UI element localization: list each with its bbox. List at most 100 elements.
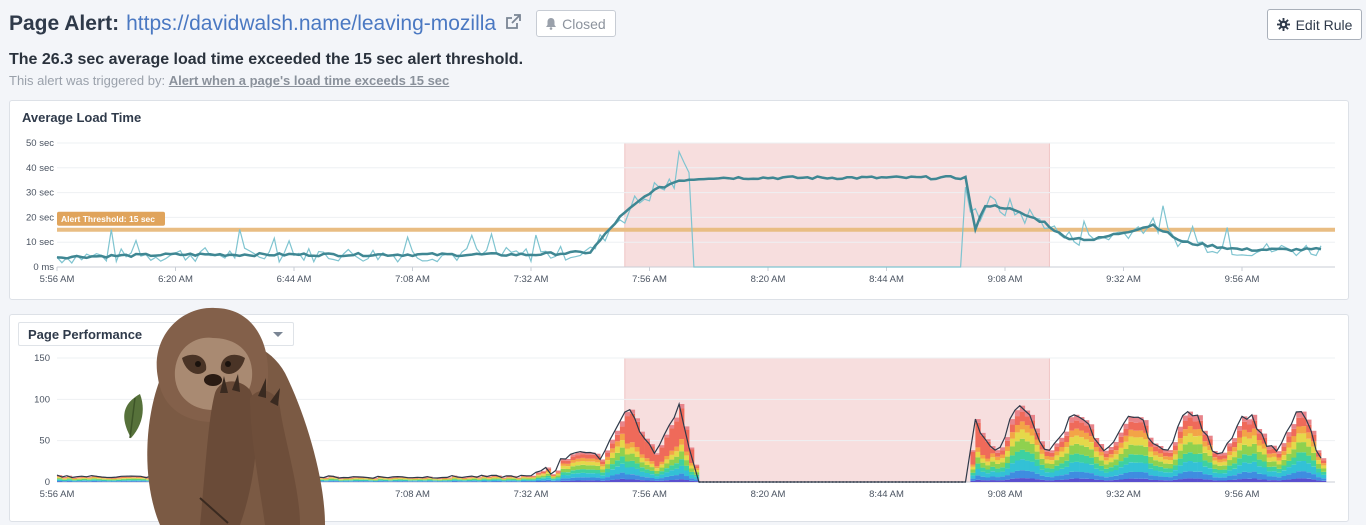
stack-bar [540,475,547,478]
stack-bar [1064,460,1070,467]
stack-bar [1311,479,1317,482]
stack-bar [1009,455,1016,464]
x-tick-label: 9:32 AM [1106,489,1141,500]
stack-bar [679,451,685,460]
stack-bar [348,480,354,481]
stack-bar [659,478,665,481]
stack-bar [1000,447,1006,451]
stack-bar [1014,460,1021,471]
stack-bar [1019,438,1026,450]
page-url-link[interactable]: https://davidwalsh.name/leaving-mozilla [126,12,496,36]
stack-bar [560,468,566,473]
stack-bar [1064,431,1070,436]
stack-bar [590,469,596,474]
stack-bar [1108,471,1114,477]
stack-bar [81,478,87,480]
stack-bar [1261,461,1268,468]
stack-bar [1034,479,1040,482]
stack-bar [585,473,591,478]
stack-bar [659,464,665,468]
stack-bar [1256,433,1263,440]
stack-bar [664,468,670,473]
bell-icon [546,18,557,30]
stack-bar [629,453,636,461]
stack-bar [466,479,473,480]
stack-bar [639,471,645,477]
alert-rule-link[interactable]: Alert when a page's load time exceeds 15… [169,73,450,88]
stack-bar [970,472,976,476]
stack-bar [343,478,349,480]
stack-bar [447,478,453,480]
stack-bar [1005,451,1011,457]
stack-bar [353,480,359,482]
stack-bar [550,477,557,479]
stack-bar [600,478,606,481]
stack-bar [71,479,78,481]
stack-bar [1093,457,1100,464]
stack-bar [1009,432,1016,439]
stack-bar [1133,437,1139,446]
stack-bar [605,468,611,473]
external-link-icon[interactable] [504,13,522,36]
stack-bar [975,447,981,452]
stack-bar [1232,451,1238,458]
stack-bar [1103,450,1110,454]
stack-bar [333,479,339,481]
stack-bar [506,477,512,479]
stack-bar [1098,460,1105,466]
stack-bar [1093,475,1100,480]
stack-bar [1212,477,1218,481]
trigger-line: This alert was triggered by: Alert when … [9,73,449,88]
stack-bar [659,461,665,465]
stack-bar [1177,450,1184,459]
stack-bar [1084,478,1090,482]
stack-bar [1276,477,1282,481]
stack-bar [397,477,403,479]
stack-bar [1182,429,1189,437]
stack-bar [1271,476,1277,481]
alert-summary: The 26.3 sec average load time exceeded … [9,51,524,68]
stack-bar [1237,450,1243,459]
stack-bar [333,480,339,482]
stack-bar [624,448,631,455]
stack-bar [456,481,463,482]
stack-bar [1286,442,1292,448]
stack-bar [1306,478,1312,482]
stack-bar [86,479,92,481]
stack-bar [649,480,655,482]
stack-bar [1207,455,1213,463]
stack-bar [560,465,566,469]
edit-rule-button[interactable]: Edit Rule [1267,9,1362,40]
stack-bar [634,457,640,464]
stack-bar [980,462,986,468]
stack-bar [1064,466,1070,475]
stack-bar [1044,468,1050,473]
stack-bar [565,460,571,464]
stack-bar [1069,430,1075,438]
stack-bar [1237,430,1243,438]
stack-bar [610,458,616,465]
stack-bar [664,456,670,460]
stack-bar [990,471,996,477]
stack-bar [377,481,384,482]
stack-bar [61,478,68,480]
stack-bar [1059,437,1065,442]
stack-bar [57,478,63,480]
stack-bar [1148,456,1154,464]
stack-bar [980,471,986,477]
stack-bar [531,481,537,482]
stack-bar [605,480,611,482]
stack-bar [1163,452,1169,457]
stack-bar [1266,457,1272,462]
stack-bar [1316,464,1322,469]
stack-bar [353,478,359,480]
stack-bar [491,481,497,482]
stack-bar [1306,432,1312,439]
stack-bar [1024,416,1031,426]
stack-bar [1246,424,1253,433]
stack-bar [1177,465,1184,474]
stack-bar [550,480,557,482]
stack-bar [1138,422,1144,431]
y-tick-label: 30 sec [26,188,54,199]
stack-bar [995,480,1001,482]
